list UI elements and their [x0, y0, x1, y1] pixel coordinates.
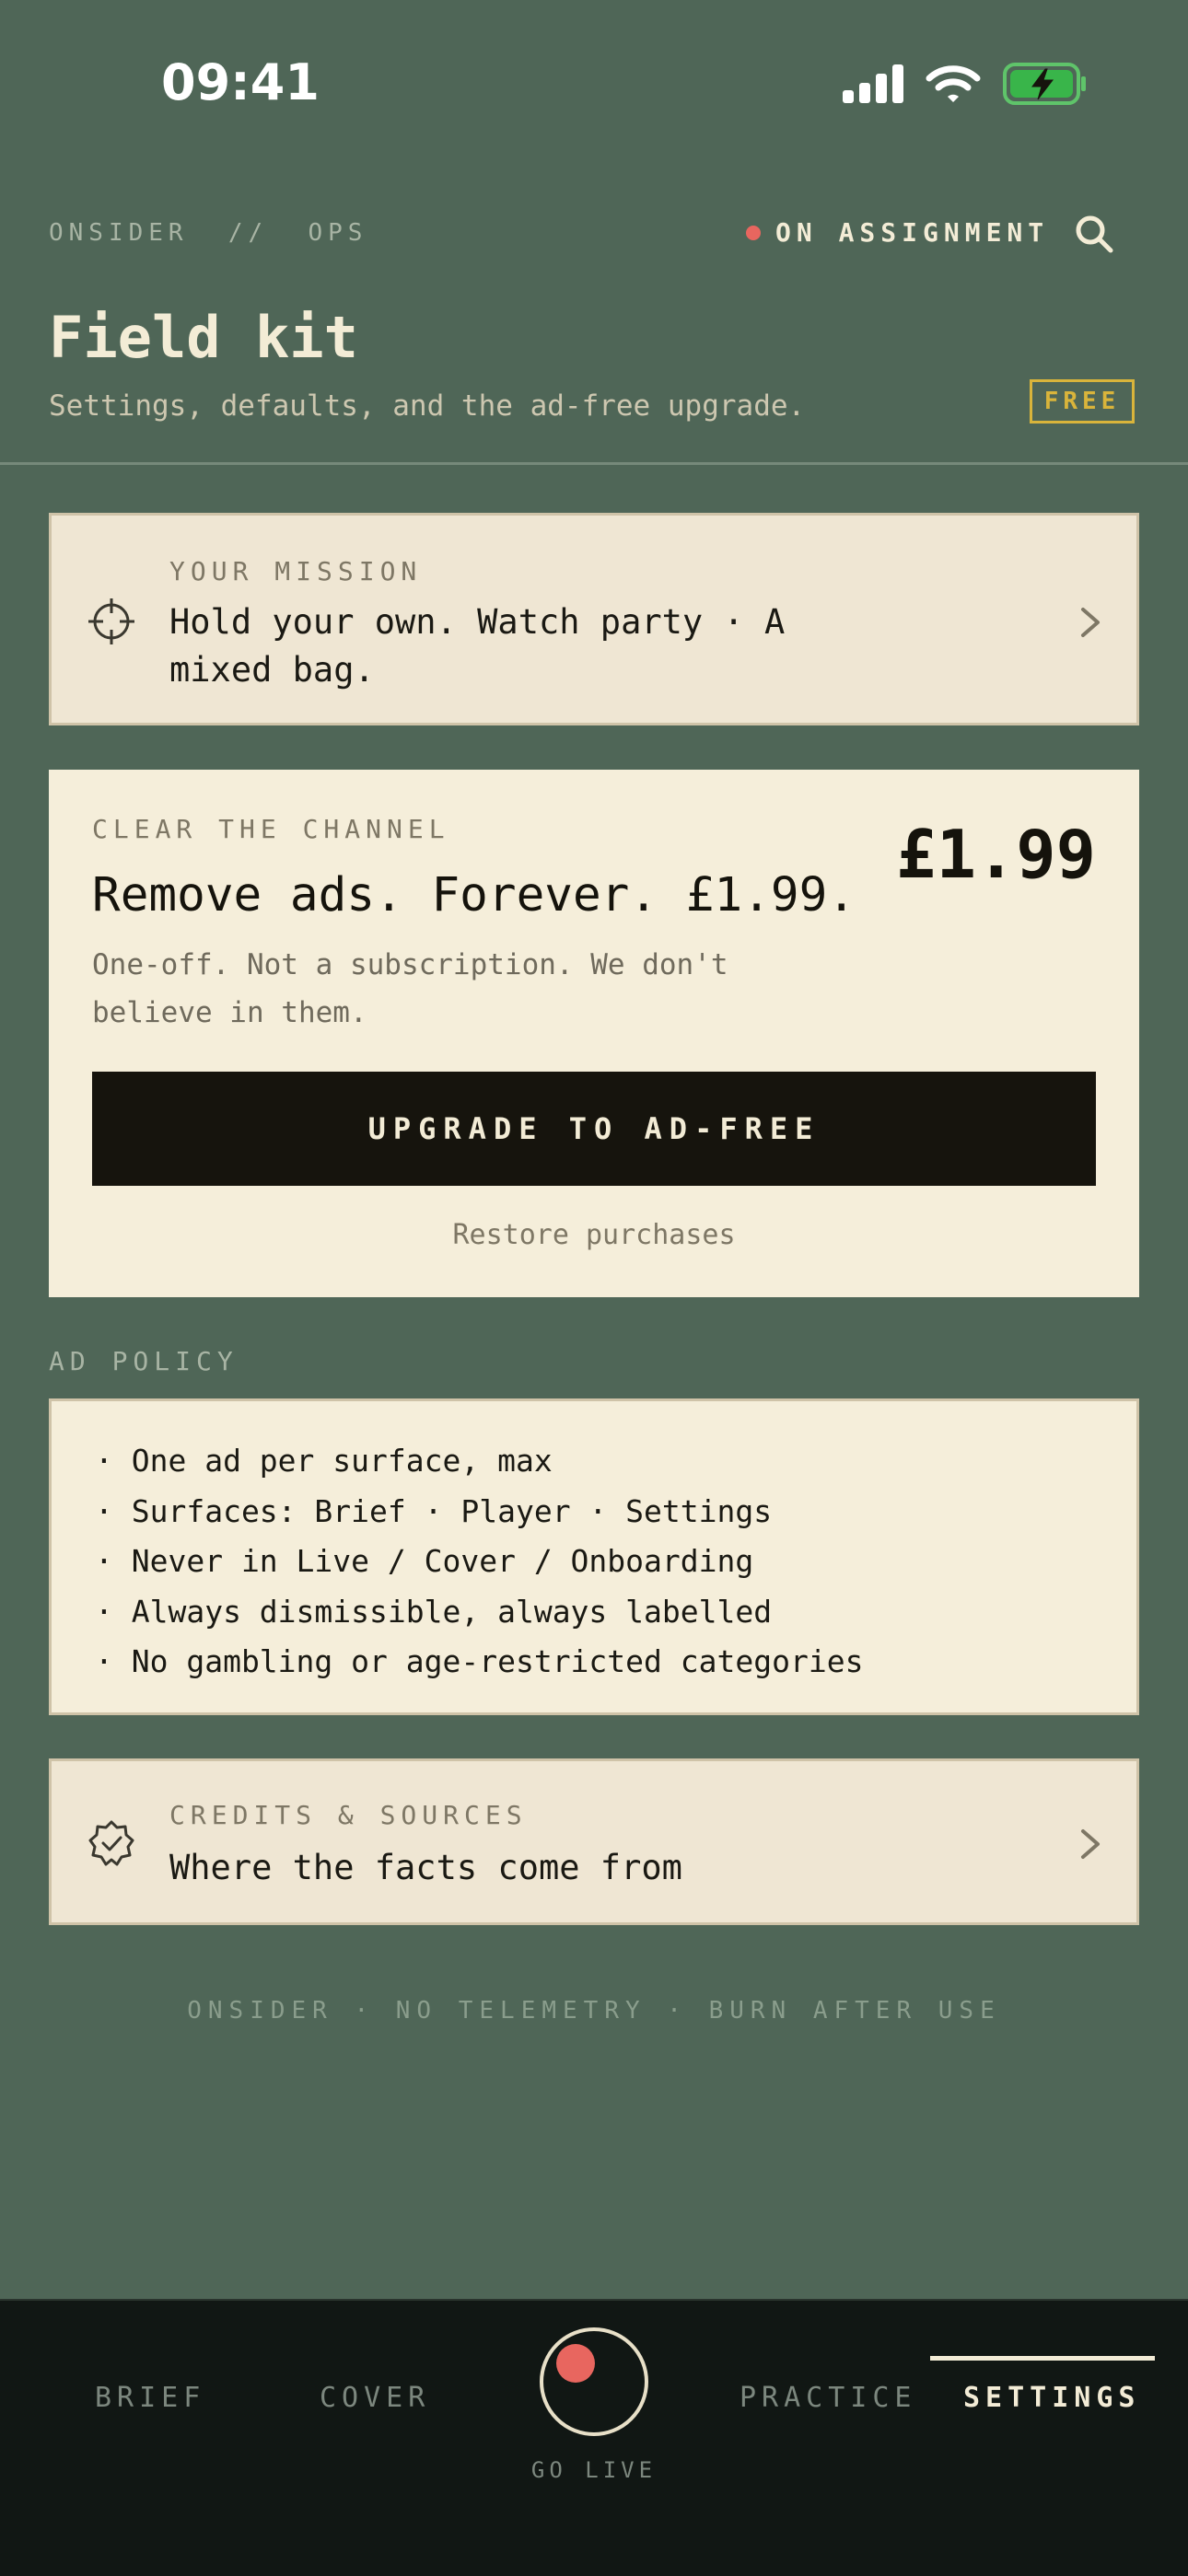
verified-badge-icon: [88, 1820, 134, 1866]
active-tab-indicator: [930, 2356, 1155, 2361]
assignment-label: ON ASSIGNMENT: [775, 217, 1050, 248]
upgrade-eyebrow: CLEAR THE CHANNEL: [92, 814, 450, 844]
mission-card[interactable]: YOUR MISSION Hold your own. Watch party …: [49, 513, 1139, 725]
upgrade-description: One-off. Not a subscription. We don't be…: [92, 948, 728, 1029]
assignment-status[interactable]: ON ASSIGNMENT: [746, 217, 1049, 248]
upgrade-card: CLEAR THE CHANNEL £1.99 Remove ads. Fore…: [49, 770, 1139, 1297]
signal-icon: [843, 64, 903, 103]
list-item: · No gambling or age-restricted categori…: [95, 1643, 864, 1679]
list-item: · One ad per surface, max: [95, 1443, 553, 1479]
ad-policy-card: · One ad per surface, max · Surfaces: Br…: [49, 1398, 1139, 1715]
ad-policy-label: AD POLICY: [49, 1346, 239, 1376]
mission-eyebrow: YOUR MISSION: [169, 556, 423, 586]
record-icon: [556, 2344, 595, 2383]
credits-title: Where the facts come from: [169, 1848, 682, 1887]
tab-brief[interactable]: BRIEF: [95, 2382, 205, 2414]
brand-label: ONSIDER // OPS: [49, 219, 368, 247]
go-live-button[interactable]: [540, 2327, 648, 2436]
battery-charging-icon: [1003, 63, 1086, 105]
ad-policy-list: · One ad per surface, max · Surfaces: Br…: [95, 1436, 863, 1688]
credits-card[interactable]: CREDITS & SOURCES Where the facts come f…: [49, 1758, 1139, 1925]
live-status-dot: [746, 225, 761, 240]
tab-bar: BRIEF COVER GO LIVE PRACTICE SETTINGS: [0, 2299, 1188, 2576]
page-title: Field kit: [49, 304, 358, 371]
footer-note: ONSIDER · NO TELEMETRY · BURN AFTER USE: [187, 1997, 1001, 2025]
restore-purchases-link[interactable]: Restore purchases: [49, 1219, 1139, 1251]
status-time: 09:41: [161, 53, 320, 111]
list-item: · Surfaces: Brief · Player · Settings: [95, 1492, 773, 1529]
page-subtitle: Settings, defaults, and the ad-free upgr…: [49, 389, 806, 423]
tab-settings[interactable]: SETTINGS: [963, 2382, 1141, 2414]
list-item: · Never in Live / Cover / Onboarding: [95, 1543, 754, 1579]
upgrade-button[interactable]: UPGRADE TO AD-FREE: [92, 1072, 1096, 1186]
chevron-right-icon: [1081, 608, 1100, 637]
mission-title: Hold your own. Watch party · A mixed bag…: [169, 602, 786, 690]
wifi-icon: [926, 65, 981, 102]
status-icons: [843, 59, 1088, 109]
crosshair-icon: [88, 598, 134, 644]
chevron-right-icon: [1081, 1829, 1100, 1859]
tab-cover[interactable]: COVER: [320, 2382, 430, 2414]
go-live-label: GO LIVE: [530, 2457, 658, 2483]
plan-badge: FREE: [1030, 379, 1135, 424]
search-icon[interactable]: [1074, 214, 1114, 254]
list-item: · Always dismissible, always labelled: [95, 1593, 773, 1630]
upgrade-price: £1.99: [896, 816, 1096, 893]
upgrade-headline: Remove ads. Forever. £1.99.: [92, 868, 856, 922]
header-divider: [0, 462, 1188, 465]
credits-eyebrow: CREDITS & SOURCES: [169, 1800, 528, 1830]
tab-practice[interactable]: PRACTICE: [740, 2382, 917, 2414]
